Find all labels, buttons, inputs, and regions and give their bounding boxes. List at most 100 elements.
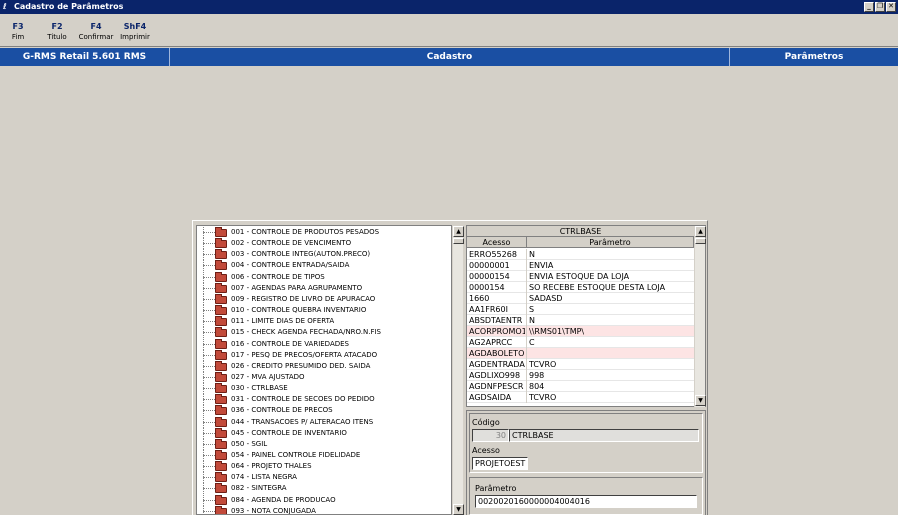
tree-item[interactable]: 054 - PAINEL CONTROLE FIDELIDADE — [197, 450, 451, 461]
tree-item-label: 030 - CTRLBASE — [231, 384, 288, 393]
function-key-toolbar: F3 Fim F2 Titulo F4 Confirmar ShF4 Impri… — [0, 14, 898, 47]
folder-icon — [215, 338, 227, 349]
tree-item[interactable]: 001 - CONTROLE DE PRODUTOS PESADOS — [197, 227, 451, 238]
imprimir-button[interactable]: ShF4 Imprimir — [117, 21, 153, 42]
minimize-button[interactable]: _ — [864, 2, 874, 12]
tree-item[interactable]: 064 - PROJETO THALES — [197, 461, 451, 473]
grid-row[interactable]: 0000154 SO RECEBE ESTOQUE DESTA LOJA — [467, 282, 694, 293]
tree-item-label: 007 - AGENDAS PARA AGRUPAMENTO — [231, 283, 363, 292]
grid-row[interactable]: AGDABOLETO — [467, 348, 694, 359]
parameter-tree[interactable]: 001 - CONTROLE DE PRODUTOS PESADOS 002 - … — [196, 225, 452, 515]
grid-row[interactable]: 1660 SADASD — [467, 293, 694, 304]
tree-connector — [203, 488, 215, 490]
tree-connector — [203, 243, 215, 245]
acesso-label: Acesso — [472, 446, 500, 455]
column-divider — [526, 326, 527, 337]
folder-icon — [215, 461, 227, 472]
tree-connector — [203, 399, 215, 401]
tree-item[interactable]: 010 - CONTROLE QUEBRA INVENTARIO — [197, 305, 451, 317]
tree-item[interactable]: 017 - PESQ DE PRECOS/OFERTA ATACADO — [197, 349, 451, 361]
tree-item[interactable]: 045 - CONTROLE DE INVENTARIO — [197, 427, 451, 439]
grid-row[interactable]: AGDLIXO998 998 — [467, 370, 694, 381]
grid-scroll-up-button[interactable]: ▲ — [695, 226, 706, 237]
grid-header-acesso[interactable]: Acesso — [467, 237, 527, 248]
tree-connector — [203, 265, 215, 267]
grid-row[interactable]: AG2APRCC C — [467, 337, 694, 348]
folder-icon — [215, 349, 227, 360]
tree-item[interactable]: 084 - AGENDA DE PRODUCAO — [197, 494, 451, 506]
tree-item-label: 054 - PAINEL CONTROLE FIDELIDADE — [231, 451, 361, 459]
grid-cell-acesso: AG2APRCC — [469, 338, 513, 347]
grid-scrollbar[interactable]: ▲ ▼ — [694, 226, 706, 407]
tree-item-label: 036 - CONTROLE DE PRECOS — [231, 406, 333, 415]
folder-icon — [215, 249, 227, 260]
tree-scroll-thumb[interactable] — [453, 238, 464, 244]
tree-item[interactable]: 027 - MVA AJUSTADO — [197, 371, 451, 383]
grid-cell-parametro: SO RECEBE ESTOQUE DESTA LOJA — [529, 283, 666, 292]
tree-item[interactable]: 030 - CTRLBASE — [197, 383, 451, 395]
grid-scroll-thumb[interactable] — [695, 238, 706, 244]
tree-item[interactable]: 002 - CONTROLE DE VENCIMENTO — [197, 238, 451, 250]
fim-button[interactable]: F3 Fim — [0, 21, 36, 42]
tree-connector — [203, 388, 215, 390]
folder-icon — [215, 427, 227, 438]
grid-row[interactable]: 00000154 ENVIA ESTOQUE DA LOJA — [467, 271, 694, 282]
grid-row[interactable]: AGDENTRADA TCVRO — [467, 359, 694, 370]
tree-item[interactable]: 016 - CONTROLE DE VARIEDADES — [197, 338, 451, 350]
parameter-grid[interactable]: CTRLBASE Acesso Parâmetro ERRO55268 N 0000… — [466, 225, 706, 407]
tree-item[interactable]: 007 - AGENDAS PARA AGRUPAMENTO — [197, 282, 451, 294]
tree-item[interactable]: 009 - REGISTRO DE LIVRO DE APURACAO — [197, 293, 451, 305]
grid-row[interactable]: ABSDTAENTR N — [467, 315, 694, 326]
codigo-name-field: CTRLBASE — [509, 429, 699, 442]
confirmar-button[interactable]: F4 Confirmar — [78, 21, 114, 42]
tree-item-label: 031 - CONTROLE DE SECOES DO PEDIDO — [231, 395, 375, 404]
tree-item[interactable]: 044 - TRANSACOES P/ ALTERACAO ITENS — [197, 416, 451, 428]
column-divider — [526, 315, 527, 326]
tree-item[interactable]: 050 - SGIL — [197, 438, 451, 450]
tree-scroll-up-button[interactable]: ▲ — [453, 226, 464, 237]
grid-row[interactable]: ACORPROMO1 \\RMS01\TMP\ — [467, 326, 694, 337]
grid-cell-acesso: 0000154 — [469, 283, 505, 292]
restore-button[interactable]: ❐ — [875, 2, 885, 12]
folder-icon — [215, 494, 227, 505]
tree-item[interactable]: 015 - CHECK AGENDA FECHADA/NRO.N.FIS — [197, 327, 451, 339]
grid-row[interactable]: AA1FR60I S — [467, 304, 694, 315]
grid-row[interactable]: AGDSAIDA TCVRO — [467, 392, 694, 403]
tree-item[interactable]: 036 - CONTROLE DE PRECOS — [197, 405, 451, 417]
folder-icon — [215, 438, 227, 449]
tree-scrollbar[interactable]: ▲ ▼ — [452, 226, 464, 515]
titulo-button[interactable]: F2 Titulo — [39, 21, 75, 42]
tree-item[interactable]: 011 - LIMITE DIAS DE OFERTA — [197, 316, 451, 328]
close-button[interactable]: ✕ — [886, 2, 896, 12]
codigo-number-field: 30 — [472, 429, 509, 442]
grid-cell-parametro: ENVIA ESTOQUE DA LOJA — [529, 272, 630, 281]
tree-item[interactable]: 074 - LISTA NEGRA — [197, 472, 451, 484]
tree-item[interactable]: 006 - CONTROLE DE TIPOS — [197, 271, 451, 283]
tree-item-label: 011 - LIMITE DIAS DE OFERTA — [231, 317, 335, 326]
grid-row[interactable]: ERRO55268 N — [467, 249, 694, 260]
grid-cell-acesso: 00000001 — [469, 261, 510, 270]
grid-scroll-down-button[interactable]: ▼ — [695, 395, 706, 406]
column-divider — [526, 359, 527, 370]
tree-item[interactable]: 082 - SINTEGRA — [197, 483, 451, 495]
grid-cell-parametro: N — [529, 316, 535, 325]
status-screen: Parâmetros — [784, 52, 844, 62]
tree-scroll-down-button[interactable]: ▼ — [453, 504, 464, 515]
grid-row[interactable]: AGDNFPESCR 804 — [467, 381, 694, 392]
column-divider — [526, 348, 527, 359]
tree-item[interactable]: 004 - CONTROLE ENTRADA/SAIDA — [197, 260, 451, 272]
tree-item[interactable]: 093 - NOTA CONJUGADA — [197, 505, 451, 514]
parametro-field[interactable]: 0020020160000004004016 — [475, 495, 697, 508]
folder-icon — [215, 450, 227, 460]
tree-item-label: 044 - TRANSACOES P/ ALTERACAO ITENS — [231, 417, 374, 426]
tree-item-label: 015 - CHECK AGENDA FECHADA/NRO.N.FIS — [231, 328, 381, 337]
tree-item[interactable]: 031 - CONTROLE DE SECOES DO PEDIDO — [197, 394, 451, 406]
grid-header-parametro[interactable]: Parâmetro — [527, 237, 694, 248]
tree-item[interactable]: 026 - CREDITO PRESUMIDO DED. SAIDA — [197, 360, 451, 372]
grid-cell-acesso: 00000154 — [469, 272, 510, 281]
tree-item[interactable]: 003 - CONTROLE INTEG(AUTON.PRECO) — [197, 249, 451, 261]
acesso-field[interactable]: PROJETOEST — [472, 457, 528, 470]
tree-connector — [203, 332, 215, 334]
folder-icon — [215, 271, 227, 282]
grid-row[interactable]: 00000001 ENVIA — [467, 260, 694, 271]
